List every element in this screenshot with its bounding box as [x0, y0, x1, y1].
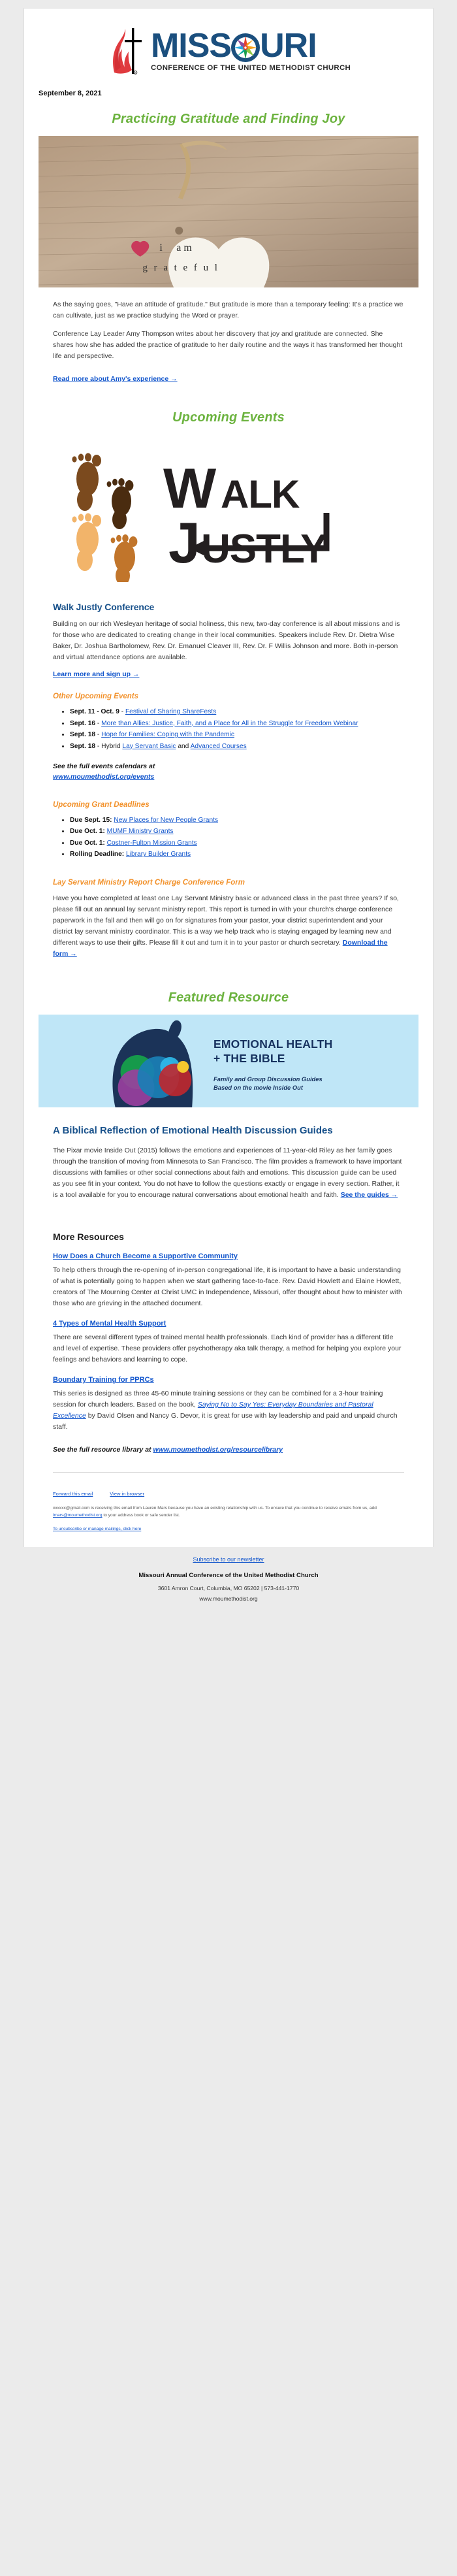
- grant-due-date: Due Oct. 1:: [70, 839, 105, 847]
- grant-link[interactable]: MUMF Ministry Grants: [107, 828, 174, 835]
- event-link[interactable]: Hope for Families: Coping with the Pande…: [101, 731, 234, 738]
- grant-deadlines-heading: Upcoming Grant Deadlines: [53, 800, 150, 809]
- resource-library-link[interactable]: www.moumethodist.org/resourcelibrary: [153, 1446, 283, 1454]
- lay-servant-body: Have you have completed at least one Lay…: [53, 894, 399, 958]
- issue-date: September 8, 2021: [39, 90, 102, 97]
- svg-text:a m: a m: [176, 242, 192, 253]
- brand-name: MISS URI: [150, 26, 317, 65]
- resource-title: How Does a Church Become a Supportive Co…: [53, 1252, 404, 1260]
- featured-resource-graphic: EMOTIONAL HEALTH + THE BIBLE Family and …: [24, 1014, 433, 1107]
- list-item: Sept. 18 - Hybrid Lay Servant Basic and …: [70, 742, 404, 753]
- event-date: Sept. 16: [70, 719, 96, 727]
- list-item: Due Oct. 1: Costner-Fulton Mission Grant…: [70, 838, 404, 849]
- gratitude-text: As the saying goes, "Have an attitude of…: [24, 287, 433, 388]
- list-item: Rolling Deadline: Library Builder Grants: [70, 849, 404, 860]
- footprints-icon: [72, 453, 138, 582]
- brand-tagline: CONFERENCE OF THE UNITED METHODIST CHURC…: [150, 64, 351, 73]
- subscribe-row: Subscribe to our newsletter: [24, 1556, 433, 1563]
- divider: [53, 1472, 404, 1473]
- featured-graphic-title: EMOTIONAL HEALTH + THE BIBLE: [213, 1037, 333, 1066]
- svg-text:J: J: [168, 510, 199, 575]
- unsubscribe-link[interactable]: To unsubscribe or manage mailings, click…: [53, 1527, 141, 1531]
- grant-due-date: Due Sept. 15:: [70, 816, 112, 824]
- resource-body: There are several different types of tra…: [53, 1333, 402, 1363]
- grant-deadlines-list: Due Sept. 15: New Places for New People …: [53, 815, 404, 860]
- more-resources-block: More Resources How Does a Church Become …: [24, 1212, 433, 1483]
- event-date: Sept. 11 - Oct. 9: [70, 708, 119, 715]
- gratitude-heading: Practicing Gratitude and Finding Joy: [112, 112, 345, 126]
- gratitude-paragraph-2: Conference Lay Leader Amy Thompson write…: [53, 330, 403, 360]
- contact-email-link[interactable]: lmars@moumethodist.org: [53, 1513, 102, 1518]
- events-calendar-link[interactable]: www.moumethodist.org/events: [53, 773, 154, 781]
- featured-article-body: The Pixar movie Inside Out (2015) follow…: [53, 1146, 402, 1199]
- events-calendar-note: See the full events calendars at www.mou…: [53, 762, 155, 781]
- email-container: ® MISS URI CONFERENCE OF THE UNITED METH…: [24, 8, 433, 1548]
- walk-justly-conference-title: Walk Justly Conference: [53, 602, 155, 612]
- email-actions-row: Forward this email View in browser: [24, 1483, 433, 1501]
- organization-website: www.moumethodist.org: [199, 1595, 258, 1603]
- walk-justly-conference-body: Building on our rich Wesleyan heritage o…: [53, 620, 400, 661]
- grant-due-date: Due Oct. 1:: [70, 828, 105, 836]
- grant-link[interactable]: New Places for New People Grants: [114, 817, 218, 824]
- svg-text:i: i: [159, 242, 163, 253]
- walk-justly-graphic: W ALK J USTLY: [24, 434, 433, 586]
- resource-body: This series is designed as three 45-60 m…: [53, 1389, 398, 1431]
- resource-title: Boundary Training for PPRCs: [53, 1376, 404, 1384]
- resource-library-note: See the full resource library at www.mou…: [53, 1445, 283, 1454]
- compass-rose-icon: [230, 33, 260, 63]
- see-guides-link[interactable]: See the guides →: [341, 1191, 398, 1199]
- view-in-browser-link[interactable]: View in browser: [110, 1491, 144, 1497]
- featured-graphic-subtitle: Family and Group Discussion Guides Based…: [213, 1075, 323, 1092]
- resource-link-mental-health-support[interactable]: 4 Types of Mental Health Support: [53, 1320, 166, 1328]
- cross-and-flame-icon: ®: [110, 27, 144, 75]
- gratitude-image: i a m g r a t e f u l: [24, 136, 433, 287]
- grant-link[interactable]: Costner-Fulton Mission Grants: [107, 840, 197, 847]
- brand-logo: ® MISS URI CONFERENCE OF THE UNITED METH…: [24, 8, 433, 87]
- list-item: Sept. 16 - More than Allies: Justice, Fa…: [70, 719, 404, 730]
- list-item: Due Oct. 1: MUMF Ministry Grants: [70, 826, 404, 838]
- grant-link[interactable]: Library Builder Grants: [126, 851, 191, 858]
- walk-justly-conference-block: Walk Justly Conference Building on our r…: [24, 586, 433, 971]
- list-item: Sept. 11 - Oct. 9 - Festival of Sharing …: [70, 707, 404, 718]
- organization-address: 3601 Amron Court, Columbia, MO 65202 | 5…: [157, 1585, 300, 1592]
- resource-title: 4 Types of Mental Health Support: [53, 1320, 404, 1328]
- legal-disclaimer: xxxxxx@gmail.com is receiving this email…: [53, 1506, 377, 1518]
- unsubscribe-row: To unsubscribe or manage mailings, click…: [24, 1522, 433, 1547]
- upcoming-events-heading: Upcoming Events: [172, 410, 285, 425]
- read-more-amy-link[interactable]: Read more about Amy's experience →: [53, 375, 178, 383]
- list-item: Sept. 18 - Hope for Families: Coping wit…: [70, 730, 404, 741]
- lay-servant-heading: Lay Servant Ministry Report Charge Confe…: [53, 878, 245, 887]
- more-resources-heading: More Resources: [53, 1231, 124, 1242]
- email-page: ® MISS URI CONFERENCE OF THE UNITED METH…: [0, 0, 457, 1622]
- svg-text:ALK: ALK: [221, 472, 300, 516]
- svg-text:g r a t e f u l: g r a t e f u l: [142, 263, 219, 273]
- resource-link-supportive-community[interactable]: How Does a Church Become a Supportive Co…: [53, 1252, 238, 1260]
- event-link[interactable]: Festival of Sharing ShareFests: [125, 708, 216, 715]
- event-date: Sept. 18: [70, 731, 96, 739]
- forward-email-link[interactable]: Forward this email: [53, 1491, 93, 1497]
- subscribe-newsletter-link[interactable]: Subscribe to our newsletter: [193, 1556, 264, 1563]
- featured-article-title: A Biblical Reflection of Emotional Healt…: [53, 1124, 333, 1136]
- event-link[interactable]: More than Allies: Justice, Faith, and a …: [101, 720, 358, 727]
- grant-due-date: Rolling Deadline:: [70, 851, 125, 858]
- resource-link-boundary-training[interactable]: Boundary Training for PPRCs: [53, 1376, 154, 1384]
- gratitude-paragraph-1: As the saying goes, "Have an attitude of…: [53, 301, 403, 319]
- organization-name: Missouri Annual Conference of the United…: [138, 1572, 319, 1580]
- other-events-list: Sept. 11 - Oct. 9 - Festival of Sharing …: [53, 707, 404, 752]
- resource-body: To help others through the re-opening of…: [53, 1265, 402, 1307]
- featured-resource-heading: Featured Resource: [168, 990, 289, 1005]
- list-item: Due Sept. 15: New Places for New People …: [70, 815, 404, 826]
- outer-footer: Subscribe to our newsletter Missouri Ann…: [24, 1547, 433, 1622]
- event-link[interactable]: Lay Servant Basic: [122, 743, 176, 750]
- featured-article-block: A Biblical Reflection of Emotional Healt…: [24, 1107, 433, 1212]
- event-date: Sept. 18: [70, 742, 96, 750]
- walk-justly-signup-link[interactable]: Learn more and sign up →: [53, 670, 139, 678]
- event-link-secondary[interactable]: Advanced Courses: [191, 743, 247, 750]
- other-events-heading: Other Upcoming Events: [53, 693, 138, 700]
